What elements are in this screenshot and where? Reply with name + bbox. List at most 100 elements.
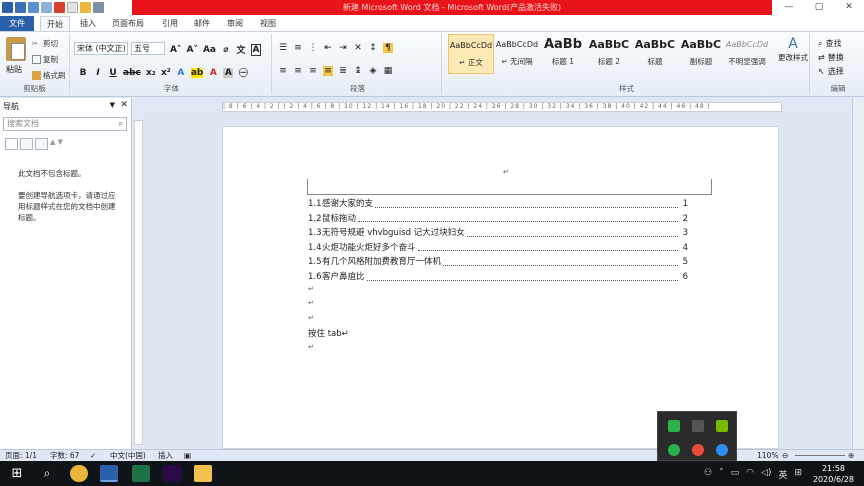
status-page[interactable]: 页面: 1/1	[5, 450, 37, 461]
font-color-icon[interactable]: A	[208, 68, 218, 78]
subscript-icon[interactable]: x₂	[146, 68, 156, 78]
people-icon[interactable]: ⚇	[704, 468, 712, 481]
save-icon[interactable]	[15, 2, 26, 13]
excel-icon[interactable]	[132, 465, 150, 482]
toc-entry[interactable]: 1.2 鼠标拖动 2	[308, 212, 688, 227]
line-spacing-icon[interactable]: ↨	[353, 66, 363, 76]
font-size-select[interactable]: 五号	[131, 42, 165, 55]
toc-entry[interactable]: 1.5 有几个风格附加费教育厅一体机 5	[308, 255, 688, 270]
tab-references[interactable]: 引用	[156, 16, 184, 31]
cloud-icon[interactable]	[692, 420, 704, 432]
toc-entry[interactable]: 1.1 感谢大家的支 1	[308, 197, 688, 212]
underline-icon[interactable]: U	[108, 68, 118, 78]
search-icon[interactable]: ⌕	[38, 465, 56, 482]
display-icon[interactable]: ▭	[731, 468, 740, 481]
document-page[interactable]: ↵ 1.1 感谢大家的支 1 1.2 鼠标拖动 2 1.3 无符号规避 vhvbguisd…	[222, 126, 779, 449]
phonetic-icon[interactable]: 文	[236, 43, 246, 56]
ime-mode-icon[interactable]: ⊞	[794, 468, 802, 481]
tab-review[interactable]: 审阅	[221, 16, 249, 31]
bold-icon[interactable]: B	[78, 68, 88, 78]
superscript-icon[interactable]: x²	[161, 68, 171, 78]
toc-entry[interactable]: 1.6 客户鼻疽比 6	[308, 270, 688, 285]
word-taskbar-icon[interactable]	[100, 465, 118, 482]
new-doc-icon[interactable]	[67, 2, 78, 13]
nav-tab-headings[interactable]	[5, 138, 18, 150]
select-button[interactable]: ↖ 选择	[818, 66, 844, 77]
open-folder-icon[interactable]	[80, 2, 91, 13]
tab-insert[interactable]: 插入	[74, 16, 102, 31]
file-explorer-icon[interactable]	[194, 465, 212, 482]
copy-button[interactable]: 复制	[32, 54, 58, 65]
zoom-out-icon[interactable]: ⊖	[782, 450, 788, 461]
borders-icon[interactable]: ▦	[383, 66, 393, 76]
style-heading-2[interactable]: AaBbC 标题 2	[586, 34, 632, 74]
align-left-icon[interactable]: ≡	[278, 66, 288, 76]
enclose-char-icon[interactable]: ㊀	[238, 66, 248, 79]
distributed-icon[interactable]: ≣	[338, 66, 348, 76]
zoom-in-icon[interactable]: ⊕	[848, 450, 854, 461]
font-family-select[interactable]: 宋体 (中文正)	[74, 42, 128, 55]
text-effect-icon[interactable]: A	[176, 68, 186, 78]
numbering-icon[interactable]: ≡	[293, 43, 303, 53]
status-zoom[interactable]: 110%	[757, 450, 778, 461]
find-button[interactable]: ⌕ 查找	[818, 38, 841, 49]
nav-tab-results[interactable]	[35, 138, 48, 150]
minimize-button[interactable]: —	[774, 0, 804, 15]
style-normal[interactable]: AaBbCcDd ↵ 正文	[448, 34, 494, 74]
status-mode[interactable]: 插入	[158, 450, 173, 461]
status-language[interactable]: 中文(中国)	[110, 450, 146, 461]
sort-icon[interactable]: ↕	[368, 43, 378, 53]
nav-arrows-icon[interactable]: ▲ ▼	[50, 138, 76, 150]
chevron-down-icon[interactable]: ▼	[110, 101, 115, 109]
wifi-icon[interactable]: ◠	[746, 468, 754, 481]
status-words[interactable]: 字数: 67	[50, 450, 79, 461]
ime-indicator[interactable]: 英	[778, 468, 787, 481]
vertical-scrollbar[interactable]	[852, 98, 864, 449]
show-hidden-icons[interactable]: ˄	[719, 468, 724, 481]
paste-icon[interactable]	[6, 37, 26, 61]
shrink-font-icon[interactable]: A˅	[186, 45, 197, 55]
macro-icon[interactable]: ▣	[184, 450, 191, 461]
align-right-icon[interactable]: ≡	[308, 66, 318, 76]
change-case-icon[interactable]: Aa	[203, 45, 216, 55]
windows-start-icon[interactable]: ⊞	[8, 465, 26, 482]
chinese-layout-icon[interactable]: ✕	[353, 43, 363, 53]
align-center-icon[interactable]: ≡	[293, 66, 303, 76]
style-heading-1[interactable]: AaBb 标题 1	[540, 34, 586, 74]
show-marks-icon[interactable]: ¶	[383, 43, 393, 53]
toc-entry[interactable]: 1.4 火炬功能火炬好多个奋斗 4	[308, 241, 688, 256]
vertical-ruler[interactable]	[134, 120, 143, 445]
nvidia-icon[interactable]	[716, 420, 728, 432]
char-shading-icon[interactable]: A	[223, 67, 234, 78]
justify-icon[interactable]: ≡	[323, 66, 333, 76]
zoom-slider[interactable]	[795, 455, 845, 456]
premiere-icon[interactable]	[163, 465, 181, 482]
nav-tab-pages[interactable]	[20, 138, 33, 150]
print-icon[interactable]	[93, 2, 104, 13]
char-border-icon[interactable]: A	[250, 43, 261, 56]
maximize-button[interactable]: ▢	[804, 0, 834, 15]
highlight-icon[interactable]: ab	[190, 67, 204, 78]
tab-view[interactable]: 视图	[254, 16, 282, 31]
style-subtitle[interactable]: AaBbC 副标题	[678, 34, 724, 74]
grow-font-icon[interactable]: A˄	[170, 45, 181, 55]
record-icon[interactable]	[692, 444, 704, 456]
decrease-indent-icon[interactable]: ⇤	[323, 43, 333, 53]
style-title[interactable]: AaBbC 标题	[632, 34, 678, 74]
app-tray-icon[interactable]	[668, 420, 680, 432]
chrome-icon[interactable]	[70, 465, 88, 482]
proofing-icon[interactable]: ✓	[90, 450, 96, 461]
increase-indent-icon[interactable]: ⇥	[338, 43, 348, 53]
cut-button[interactable]: ✂ 剪切	[32, 38, 58, 49]
style-no-spacing[interactable]: AaBbCcDd ↵ 无间隔	[494, 34, 540, 74]
tab-page-layout[interactable]: 页面布局	[106, 16, 150, 31]
format-painter-button[interactable]: 格式刷	[32, 70, 66, 81]
search-input[interactable]: 搜索文档 ⌕	[3, 117, 127, 131]
toc-entry[interactable]: 1.3 无符号规避 vhvbguisd 记大过块妇女 3	[308, 226, 688, 241]
horizontal-ruler[interactable]: | 8 | 6 | 4 | 2 | | 2 | 4 | 6 | 8 | 10 |…	[222, 102, 782, 112]
change-styles-button[interactable]: A 更改样式	[778, 36, 808, 63]
volume-icon[interactable]: ◁)	[761, 468, 771, 481]
app-blue-icon[interactable]	[716, 444, 728, 456]
multilevel-list-icon[interactable]: ⋮	[308, 43, 318, 53]
tab-file[interactable]: 文件	[0, 16, 34, 31]
